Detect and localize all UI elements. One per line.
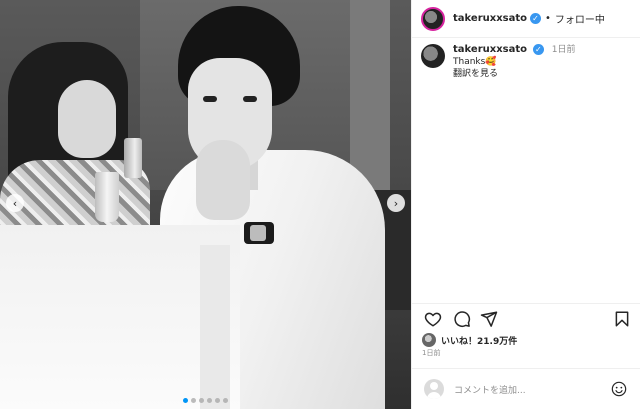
caption: takeruxxsato ✓ 1日前 Thanks🥰 翻訳を見る	[421, 44, 636, 80]
caption-text: Thanks🥰	[453, 57, 497, 67]
carousel-prev-button[interactable]: ‹	[6, 194, 24, 212]
caption-avatar[interactable]	[421, 44, 445, 68]
translate-link[interactable]: 翻訳を見る	[453, 68, 575, 80]
carousel-dot	[223, 398, 228, 403]
author-avatar[interactable]	[421, 6, 445, 31]
comment-box: コメントを追加...	[412, 368, 640, 409]
paper-plane-icon[interactable]	[480, 310, 498, 328]
verified-badge-icon: ✓	[532, 44, 544, 55]
likes-row: いいね！21.9万件	[422, 333, 517, 347]
carousel-next-button[interactable]: ›	[387, 194, 405, 212]
carousel-dot	[207, 398, 212, 403]
post-header: takeruxxsato ✓ • フォロー中	[412, 0, 640, 38]
photo-foreground-edge	[200, 245, 230, 409]
carousel-dot	[199, 398, 204, 403]
current-user-avatar	[424, 379, 444, 399]
carousel-dot	[183, 398, 188, 403]
comment-input[interactable]: コメントを追加...	[454, 383, 611, 396]
caption-username[interactable]: takeruxxsato	[453, 44, 527, 55]
author-username[interactable]: takeruxxsato	[453, 13, 527, 24]
photo-man-watch-face	[250, 225, 266, 241]
photo-glass-2	[124, 138, 142, 178]
smiley-icon[interactable]	[611, 381, 627, 397]
header-separator: •	[545, 13, 551, 24]
comment-icon[interactable]	[453, 310, 471, 328]
post-side-panel: takeruxxsato ✓ • フォロー中 takeruxxsato ✓ 1日…	[411, 0, 640, 409]
post-time[interactable]: 1日前	[422, 348, 440, 358]
photo-man-hand	[196, 140, 250, 220]
caption-time: 1日前	[551, 45, 576, 55]
action-bar	[412, 303, 640, 333]
likes-count[interactable]: いいね！21.9万件	[441, 334, 517, 347]
chevron-left-icon: ‹	[12, 196, 18, 210]
caption-body: takeruxxsato ✓ 1日前 Thanks🥰 翻訳を見る	[453, 44, 575, 80]
following-button[interactable]: フォロー中	[555, 11, 605, 26]
post-modal: ‹ › takeruxxsato ✓ • フォロー中 takeruxxsato …	[0, 0, 640, 409]
verified-badge-icon: ✓	[530, 13, 541, 24]
carousel-dot	[191, 398, 196, 403]
photo-man-eye-right	[243, 96, 257, 102]
carousel-dot	[215, 398, 220, 403]
heart-icon[interactable]	[424, 310, 442, 328]
chevron-right-icon: ›	[393, 196, 399, 210]
bookmark-icon[interactable]	[613, 310, 631, 328]
photo-glass	[95, 172, 119, 222]
liker-avatar[interactable]	[422, 333, 436, 347]
carousel-dots	[0, 398, 411, 403]
photo-woman-face	[58, 80, 116, 158]
post-photo[interactable]: ‹ ›	[0, 0, 411, 409]
photo-man-eye-left	[203, 96, 217, 102]
